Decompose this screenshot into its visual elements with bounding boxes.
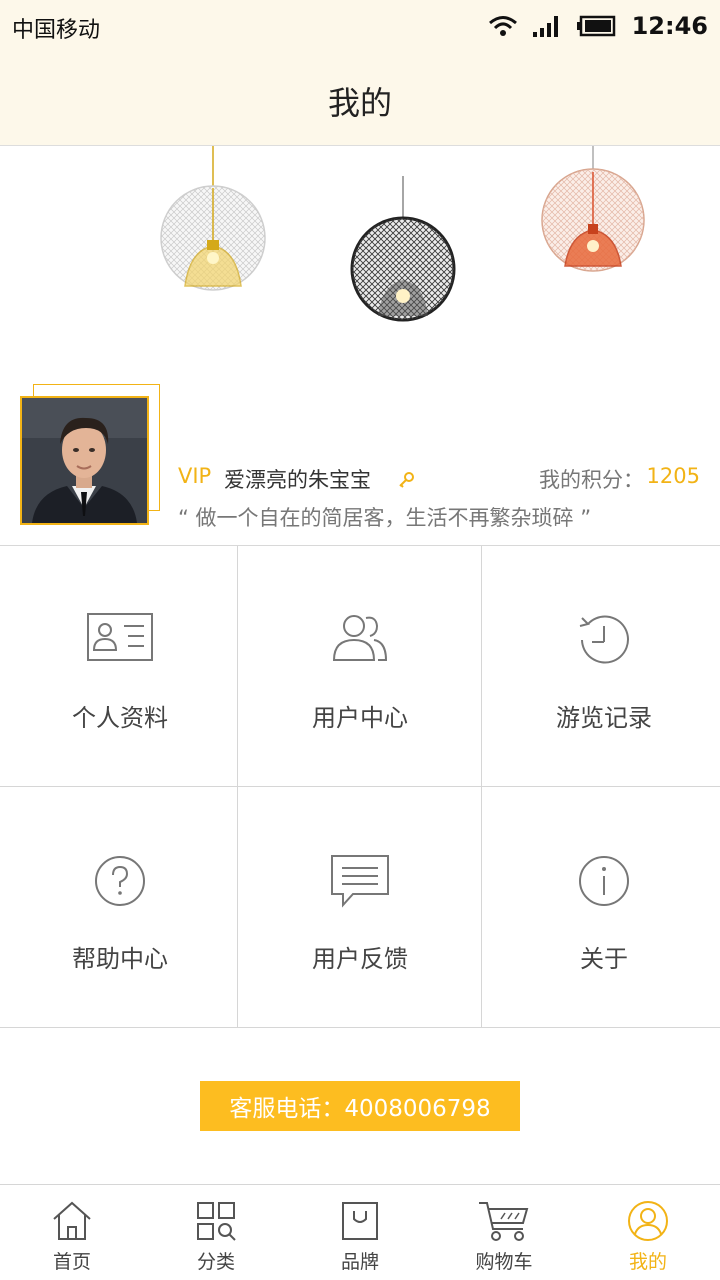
- menu-item-help[interactable]: 帮助中心: [0, 787, 240, 1028]
- wifi-icon: [488, 14, 518, 38]
- menu-item-label: 帮助中心: [72, 945, 168, 973]
- user-icon: [628, 1201, 668, 1241]
- cart-icon: [479, 1202, 529, 1241]
- profile-motto: “ 做一个自在的简居客，生活不再繁杂琐碎 ”: [178, 506, 592, 530]
- page-title: 我的: [327, 84, 392, 122]
- tab-brand[interactable]: 品牌: [288, 1185, 432, 1280]
- avatar-photo: [22, 398, 147, 523]
- bottom-tab-bar: 首页 分类 品牌 购物车 我的: [0, 1184, 720, 1280]
- category-icon: [197, 1202, 236, 1241]
- points-value: 1205: [646, 464, 700, 488]
- brand-bag-icon: [342, 1202, 378, 1240]
- menu-item-label: 游览记录: [556, 704, 652, 732]
- service-phone-button[interactable]: 客服电话：4008006798: [200, 1081, 520, 1131]
- title-bar: 我的: [0, 52, 720, 146]
- menu-item-user-center[interactable]: 用户中心: [240, 546, 480, 787]
- points-label: 我的积分：: [539, 468, 644, 492]
- clock: 12:46: [631, 12, 708, 40]
- info-icon: [579, 856, 629, 906]
- carrier-name: 中国移动: [12, 18, 101, 43]
- tab-label: 品牌: [340, 1251, 379, 1273]
- key-icon: [398, 470, 416, 494]
- tab-category[interactable]: 分类: [144, 1185, 288, 1280]
- profile-banner: VIP 爱漂亮的朱宝宝 我的积分： 1205 “ 做一个自在的简居客，生活不再繁…: [0, 146, 720, 546]
- tab-label: 我的: [628, 1251, 667, 1273]
- history-icon: [579, 615, 629, 664]
- home-icon: [53, 1201, 91, 1240]
- menu-item-label: 用户中心: [312, 704, 408, 732]
- tab-cart[interactable]: 购物车: [432, 1185, 576, 1280]
- pendant-lamps-illustration: [160, 146, 645, 322]
- vip-badge: VIP: [178, 464, 212, 488]
- menu-item-profile[interactable]: 个人资料: [0, 546, 240, 787]
- signal-icon: [532, 14, 562, 38]
- feedback-icon: [331, 855, 389, 908]
- menu-item-feedback[interactable]: 用户反馈: [240, 787, 480, 1028]
- menu-item-label: 关于: [580, 945, 628, 973]
- tab-label: 分类: [196, 1251, 235, 1273]
- users-icon: [332, 615, 388, 661]
- menu-item-label: 用户反馈: [312, 945, 408, 973]
- menu-item-history[interactable]: 游览记录: [484, 546, 720, 787]
- menu-grid: 个人资料 用户中心 游览记录 帮助中心 用户反馈 关于: [0, 546, 720, 1028]
- battery-icon: [576, 15, 616, 37]
- tab-mine[interactable]: 我的: [576, 1185, 720, 1280]
- tab-label: 首页: [52, 1251, 91, 1273]
- username[interactable]: 爱漂亮的朱宝宝: [224, 464, 371, 494]
- help-icon: [95, 856, 145, 906]
- grid-divider: [481, 546, 482, 1028]
- tab-label: 购物车: [475, 1251, 533, 1273]
- menu-item-label: 个人资料: [72, 704, 168, 732]
- status-bar: 中国移动 12:46: [0, 0, 720, 52]
- status-icons: 12:46: [474, 10, 708, 42]
- menu-item-about[interactable]: 关于: [484, 787, 720, 1028]
- profile-info: VIP 爱漂亮的朱宝宝 我的积分： 1205: [178, 464, 700, 496]
- tab-home[interactable]: 首页: [0, 1185, 144, 1280]
- id-card-icon: [87, 613, 153, 661]
- avatar[interactable]: [20, 396, 149, 525]
